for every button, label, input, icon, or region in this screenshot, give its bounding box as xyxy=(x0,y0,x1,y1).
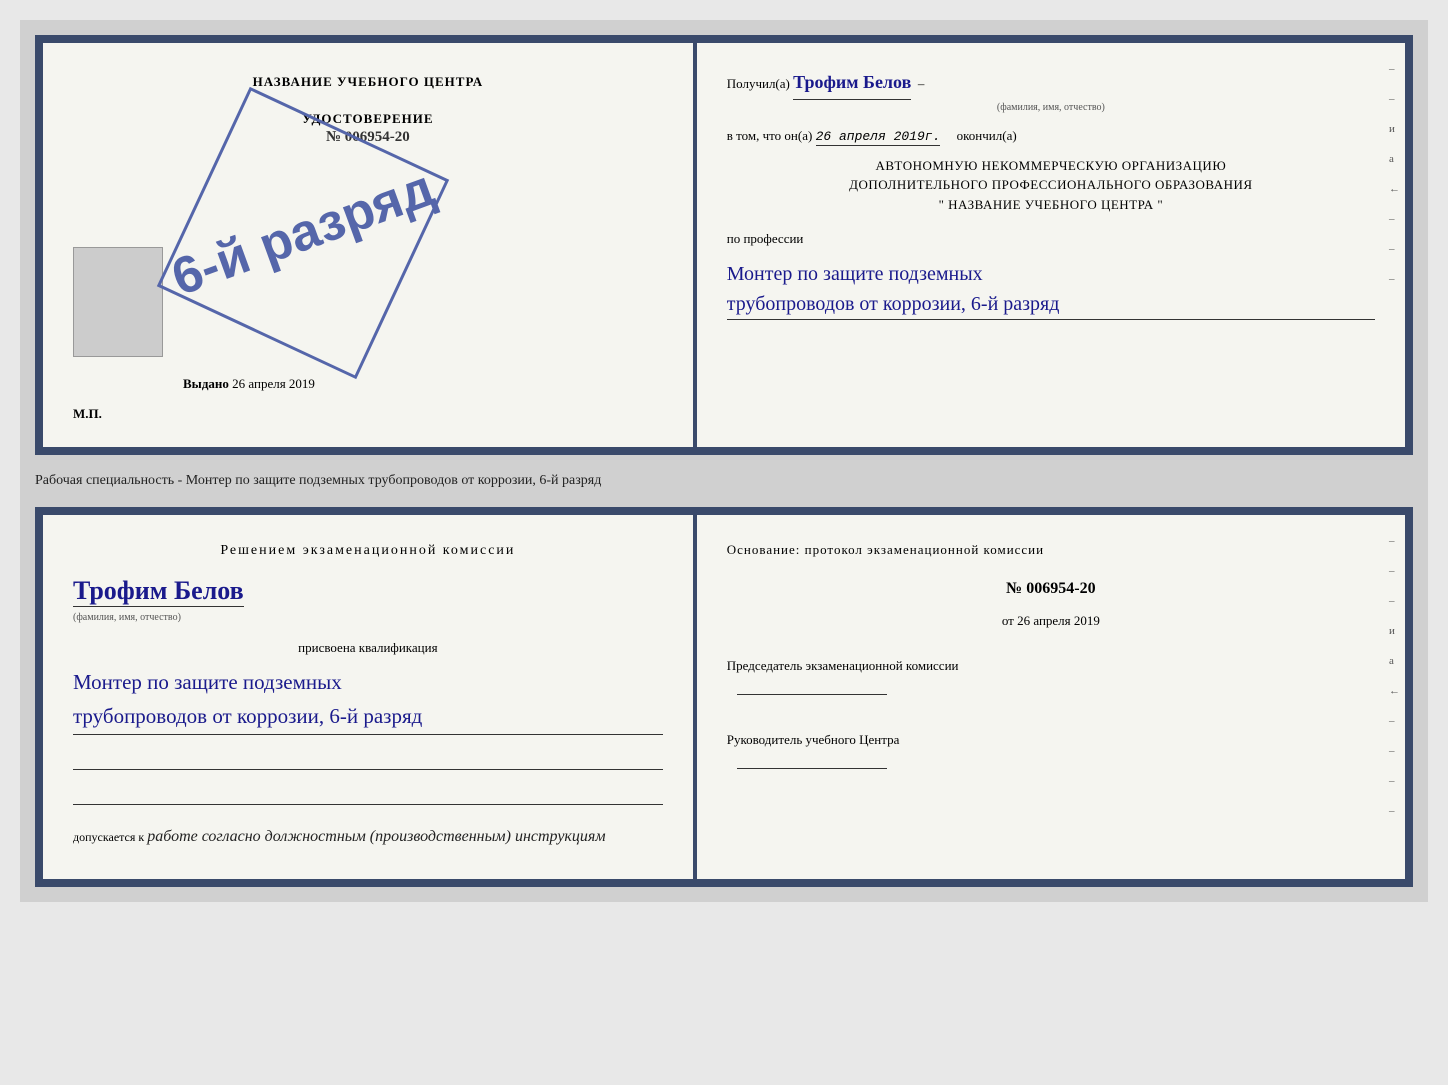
side-lines: – – и а ← – – – xyxy=(1389,63,1400,285)
protocol-date: от 26 апреля 2019 xyxy=(727,613,1375,629)
qualification-line1: Монтер по защите подземных xyxy=(73,666,663,700)
recipient-line: Получил(а) Трофим Белов – (фамилия, имя,… xyxy=(727,68,1375,116)
person-name-hint: (фамилия, имя, отчество) xyxy=(73,612,181,623)
date-prefix: в том, что он(а) xyxy=(727,128,813,143)
decision-title: Решением экзаменационной комиссии xyxy=(73,540,663,561)
profession-handwritten: Монтер по защите подземных трубопроводов… xyxy=(727,259,1375,320)
page-wrapper: НАЗВАНИЕ УЧЕБНОГО ЦЕНТРА УДОСТОВЕРЕНИЕ №… xyxy=(20,20,1428,902)
assigned-label: присвоена квалификация xyxy=(73,640,663,656)
date-prefix: от xyxy=(1002,613,1014,628)
top-document: НАЗВАНИЕ УЧЕБНОГО ЦЕНТРА УДОСТОВЕРЕНИЕ №… xyxy=(35,35,1413,455)
bottom-doc-left: Решением экзаменационной комиссии Трофим… xyxy=(43,515,697,879)
chairman-block: Председатель экзаменационной комиссии xyxy=(727,654,1375,703)
recipient-name: Трофим Белов xyxy=(793,68,911,100)
mp-area: М.П. xyxy=(73,406,102,422)
stamp-text: 6-й разряд xyxy=(165,162,440,305)
person-name: Трофим Белов xyxy=(73,576,244,607)
chairman-label: Председатель экзаменационной комиссии xyxy=(727,654,1375,677)
permission-handwritten: работе согласно должностным (производств… xyxy=(147,828,605,845)
org-line3: " НАЗВАНИЕ УЧЕБНОГО ЦЕНТРА " xyxy=(727,195,1375,215)
date-value: 26 апреля 2019 xyxy=(1017,613,1100,628)
permission-prefix: допускается к xyxy=(73,830,144,844)
received-prefix: Получил(а) xyxy=(727,76,790,91)
profession-line1: Монтер по защите подземных xyxy=(727,259,1375,289)
org-line2: ДОПОЛНИТЕЛЬНОГО ПРОФЕССИОНАЛЬНОГО ОБРАЗО… xyxy=(727,175,1375,195)
person-name-area: Трофим Белов (фамилия, имя, отчество) xyxy=(73,571,663,625)
name-hint: (фамилия, имя, отчество) xyxy=(727,100,1375,116)
org-block: АВТОНОМНУЮ НЕКОММЕРЧЕСКУЮ ОРГАНИЗАЦИЮ ДО… xyxy=(727,156,1375,215)
date-value: 26 апреля 2019г. xyxy=(816,129,941,146)
basis-title: Основание: протокол экзаменационной коми… xyxy=(727,540,1375,560)
director-label: Руководитель учебного Центра xyxy=(727,728,1375,751)
right-side-lines: – – – и а ← – – – – xyxy=(1389,535,1400,817)
stamp-diamond: 6-й разряд xyxy=(157,87,449,379)
protocol-number: № 006954-20 xyxy=(727,580,1375,598)
top-doc-right: Получил(а) Трофим Белов – (фамилия, имя,… xyxy=(697,43,1405,447)
qualification-line2: трубопроводов от коррозии, 6-й разряд xyxy=(73,700,663,734)
permission-text: допускается к работе согласно должностны… xyxy=(73,825,663,849)
director-block: Руководитель учебного Центра xyxy=(727,728,1375,777)
middle-text: Рабочая специальность - Монтер по защите… xyxy=(35,465,1413,497)
bottom-document: Решением экзаменационной комиссии Трофим… xyxy=(35,507,1413,887)
date-line: в том, что он(а) 26 апреля 2019г. окончи… xyxy=(727,128,1375,144)
org-line1: АВТОНОМНУЮ НЕКОММЕРЧЕСКУЮ ОРГАНИЗАЦИЮ xyxy=(727,156,1375,176)
bottom-doc-right: Основание: протокол экзаменационной коми… xyxy=(697,515,1405,879)
qualification: Монтер по защите подземных трубопроводов… xyxy=(73,666,663,734)
top-doc-left: НАЗВАНИЕ УЧЕБНОГО ЦЕНТРА УДОСТОВЕРЕНИЕ №… xyxy=(43,43,697,447)
photo-placeholder xyxy=(73,247,163,357)
blank-line-2 xyxy=(73,785,663,805)
stamp-container: 6-й разряд xyxy=(124,54,483,413)
director-signature-line xyxy=(737,751,887,769)
profession-label: по профессии xyxy=(727,231,1375,247)
date-suffix: окончил(а) xyxy=(957,128,1017,143)
chairman-signature-line xyxy=(737,677,887,695)
blank-line-1 xyxy=(73,750,663,770)
profession-line2: трубопроводов от коррозии, 6-й разряд xyxy=(727,289,1375,319)
